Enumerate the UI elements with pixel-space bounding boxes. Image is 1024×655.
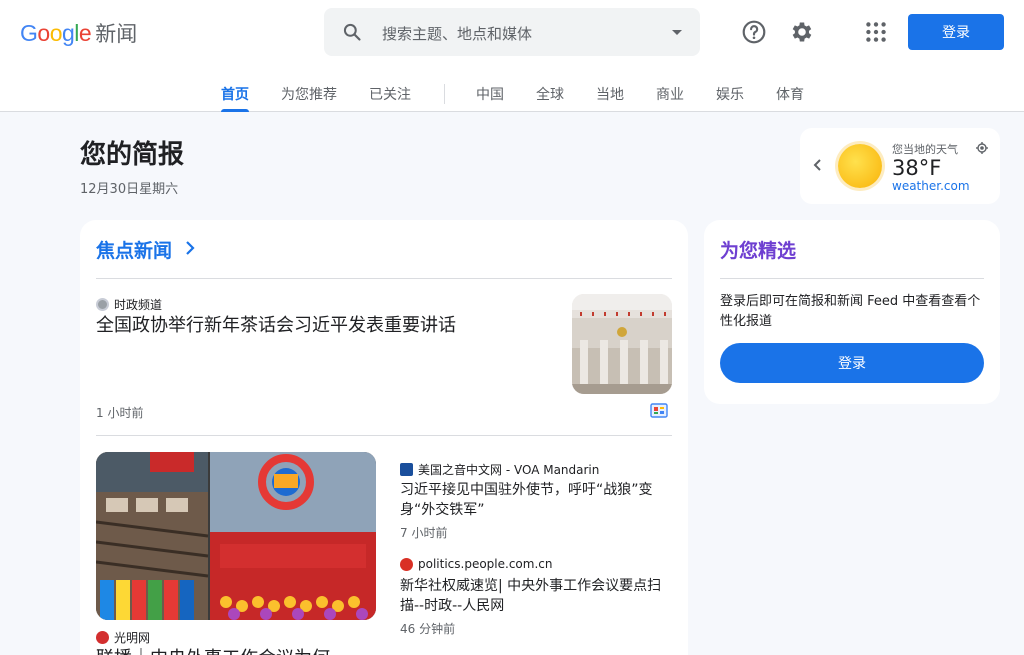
lead-story-image[interactable]	[572, 294, 672, 394]
related-story-1-headline[interactable]: 习近平接见中国驻外使节，呼吁“战狼”变身“外交铁军”	[400, 480, 670, 521]
search-icon[interactable]	[342, 22, 362, 42]
full-coverage-icon[interactable]	[650, 403, 668, 418]
settings-gear-icon[interactable]	[789, 19, 815, 45]
tab-world[interactable]: 全球	[536, 84, 564, 112]
briefing-date: 12月30日星期六	[80, 182, 179, 197]
tab-following[interactable]: 已关注	[369, 84, 411, 112]
tab-local[interactable]: 当地	[596, 84, 624, 112]
people-favicon-icon	[400, 557, 413, 571]
tab-sports[interactable]: 体育	[776, 84, 804, 112]
lead-time: 1 小时前	[96, 406, 144, 420]
globe-favicon-icon	[96, 298, 109, 311]
sign-in-prompt-text: 登录后即可在简报和新闻 Feed 中查看查看个性化报道	[720, 294, 981, 330]
tab-home[interactable]: 首页	[221, 84, 249, 112]
help-icon[interactable]	[741, 19, 767, 45]
chevron-right-icon[interactable]	[184, 240, 196, 256]
section-divider	[720, 278, 984, 279]
search-placeholder: 搜索主题、地点和媒体	[382, 25, 533, 43]
guangming-favicon-icon	[96, 631, 109, 644]
lead-source-name: 时政频道	[114, 298, 163, 312]
weather-source-link[interactable]: weather.com	[892, 179, 970, 193]
search-box[interactable]: 搜索主题、地点和媒体	[324, 8, 700, 56]
weather-temperature: 38°F	[892, 156, 942, 180]
cluster-image-headline[interactable]: 联播｜中央外事工作会议为何...	[96, 647, 386, 655]
building-photo	[572, 294, 672, 394]
related-story-2-headline[interactable]: 新华社权威速览| 中央外事工作会议要点扫描--时政--人民网	[400, 576, 670, 617]
google-wordmark: Google	[20, 19, 92, 46]
lead-story-source: 时政频道	[96, 296, 162, 313]
cluster-story-image[interactable]	[96, 452, 376, 620]
tab-entertainment[interactable]: 娱乐	[716, 84, 744, 112]
google-news-logo[interactable]: Google 新闻	[20, 18, 137, 48]
weather-label: 您当地的天气	[892, 143, 958, 156]
related-story-2-time: 46 分钟前	[400, 622, 456, 636]
related-story-1-source: 美国之音中文网 - VOA Mandarin	[400, 461, 599, 478]
tab-for-you[interactable]: 为您推荐	[281, 84, 337, 112]
related-story-1-time: 7 小时前	[400, 526, 448, 540]
product-name: 新闻	[95, 22, 138, 46]
briefing-title: 您的简报	[80, 140, 185, 170]
voa-favicon-icon	[400, 463, 413, 476]
picked-for-you-title: 为您精选	[720, 240, 797, 262]
sign-in-button-secondary[interactable]: 登录	[720, 343, 984, 383]
related-story-2-source: politics.people.com.cn	[400, 557, 552, 571]
sign-in-button[interactable]: 登录	[908, 14, 1004, 50]
apps-grid-icon[interactable]	[863, 19, 889, 45]
related-2-source-name: politics.people.com.cn	[418, 557, 553, 571]
picked-for-you-card: 为您精选 登录后即可在简报和新闻 Feed 中查看查看个性化报道 登录	[704, 220, 1000, 404]
cluster-image-source-name: 光明网	[114, 631, 151, 645]
location-target-icon[interactable]	[976, 142, 988, 154]
cluster-image-source: 光明网	[96, 629, 150, 646]
section-divider	[96, 278, 672, 279]
forum-collage-photo	[96, 452, 376, 620]
top-bar: Google 新闻 搜索主题、地点和媒体 登录 首页 为您推荐 已关注 中国 全…	[0, 0, 1024, 112]
sunny-weather-icon	[838, 144, 882, 188]
related-1-source-name: 美国之音中文网 - VOA Mandarin	[418, 463, 600, 477]
lead-headline[interactable]: 全国政协举行新年茶话会习近平发表重要讲话	[96, 314, 546, 338]
chevron-left-icon[interactable]	[812, 158, 824, 172]
tab-business[interactable]: 商业	[656, 84, 684, 112]
tab-china[interactable]: 中国	[476, 84, 504, 112]
section-tabs: 首页 为您推荐 已关注 中国 全球 当地 商业 娱乐 体育	[0, 84, 1024, 112]
tab-divider	[444, 84, 445, 104]
search-options-dropdown-icon[interactable]	[672, 30, 682, 35]
top-stories-card: 焦点新闻 时政频道 全国政协举行新年茶话会习近平发表重要讲话 1 小时前 光明网…	[80, 220, 688, 655]
top-stories-title[interactable]: 焦点新闻	[96, 236, 172, 263]
weather-widget[interactable]: 您当地的天气 38°F weather.com	[800, 128, 1000, 204]
story-divider	[96, 435, 672, 436]
